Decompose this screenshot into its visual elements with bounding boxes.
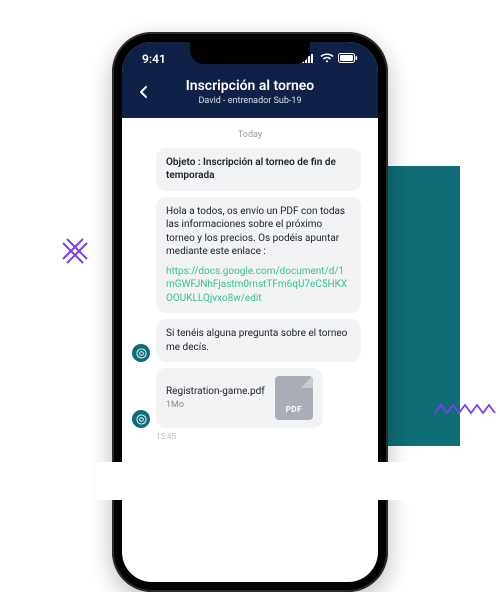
message-text: Hola a todos, os envío un PDF con todas … — [166, 206, 345, 258]
file-type-label: PDF — [286, 405, 302, 420]
page-subtitle: David - entrenador Sub-19 — [156, 96, 344, 106]
chat-body: Today Objeto : Inscripción al torneo de … — [122, 118, 378, 452]
file-name: Registration-game.pdf — [166, 386, 265, 398]
sender-avatar[interactable] — [132, 344, 150, 362]
phone-frame: 9:41 Inscripció — [112, 32, 388, 592]
file-info: Registration-game.pdf 1Mo — [166, 386, 265, 410]
message-followup: Si tenéis alguna pregunta sobre el torne… — [156, 319, 361, 362]
decorative-zigzag — [434, 400, 496, 418]
message-body: Hola a todos, os envío un PDF con todas … — [156, 197, 361, 314]
date-separator: Today — [132, 126, 368, 148]
phone-notch — [190, 42, 310, 64]
status-time: 9:41 — [142, 52, 166, 66]
phone-screen: 9:41 Inscripció — [122, 42, 378, 582]
file-attachment[interactable]: Registration-game.pdf 1Mo PDF — [156, 368, 323, 428]
decorative-cross — [58, 232, 94, 268]
message-row: Registration-game.pdf 1Mo PDF — [132, 368, 368, 428]
status-icons — [302, 52, 358, 66]
message-row: Si tenéis alguna pregunta sobre el torne… — [132, 319, 368, 362]
file-size: 1Mo — [166, 400, 265, 410]
sender-avatar[interactable] — [132, 410, 150, 428]
page-title: Inscripción al torneo — [156, 78, 344, 95]
battery-icon — [338, 52, 358, 66]
message-timestamp: 15:45 — [156, 432, 368, 441]
wifi-icon — [320, 52, 334, 66]
bottom-fade — [96, 462, 466, 500]
message-subject: Objeto : Inscripción al torneo de fin de… — [156, 148, 361, 191]
message-row: Objeto : Inscripción al torneo de fin de… — [132, 148, 368, 191]
message-link[interactable]: https://docs.google.com/document/d/1mGWF… — [166, 265, 351, 306]
back-button[interactable] — [132, 80, 156, 104]
title-block: Inscripción al torneo David - entrenador… — [156, 78, 368, 106]
message-row: Hola a todos, os envío un PDF con todas … — [132, 197, 368, 314]
pdf-icon: PDF — [275, 376, 313, 420]
